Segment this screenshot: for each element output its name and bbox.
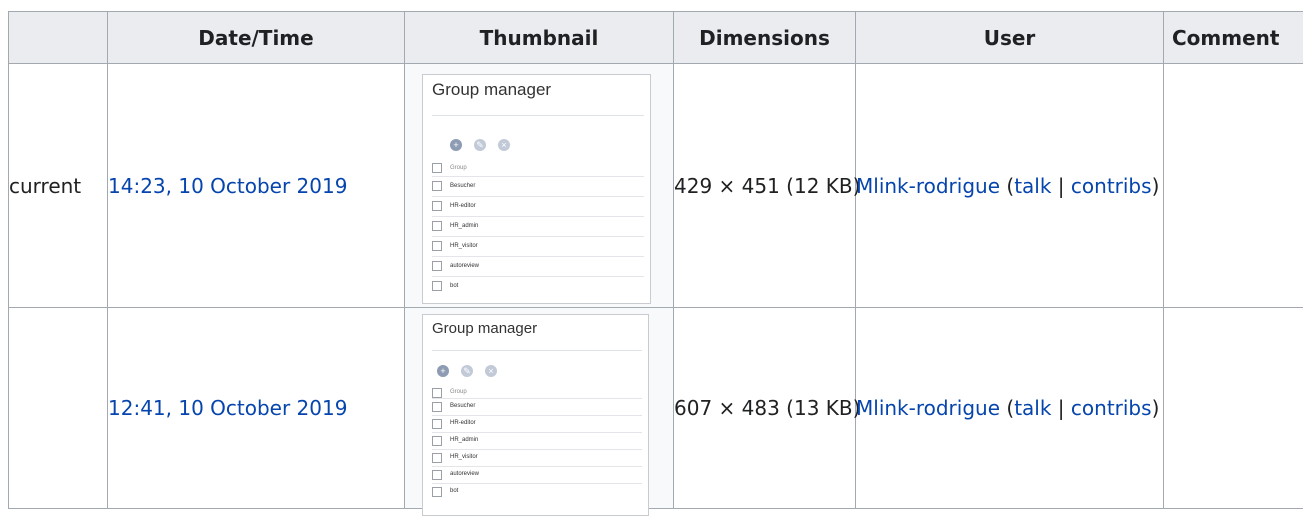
- checkbox-icon: [432, 487, 442, 497]
- table-row: current 14:23, 10 October 2019 Group man…: [9, 64, 1303, 308]
- table-row: 12:41, 10 October 2019 Group manager + ✎…: [9, 308, 1303, 509]
- thumbnail-title: Group manager: [432, 80, 551, 100]
- checkbox-icon: [432, 201, 442, 211]
- status-cell: [9, 308, 108, 509]
- add-icon: +: [437, 365, 449, 377]
- column-header-user: User: [856, 12, 1164, 64]
- thumbnail-row: bot: [432, 483, 642, 500]
- checkbox-icon: [432, 181, 442, 191]
- thumbnail-divider: [432, 115, 644, 116]
- column-header-status: [9, 12, 108, 64]
- column-header-comment: Comment: [1164, 12, 1303, 64]
- checkbox-icon: [432, 419, 442, 429]
- checkbox-icon: [432, 241, 442, 251]
- user-paren-close: ): [1152, 396, 1160, 420]
- user-talk-link[interactable]: talk: [1014, 174, 1051, 198]
- thumbnail-row: HR_admin: [432, 432, 642, 450]
- thumbnail-cell: Group manager + ✎ × Group Besucher HR-ed…: [405, 308, 674, 509]
- thumbnail-row: bot: [432, 276, 644, 296]
- thumbnail-row: HR-editor: [432, 415, 642, 433]
- thumbnail-row: Besucher: [432, 176, 644, 197]
- user-link[interactable]: Mlink-rodrigue: [856, 174, 1000, 198]
- thumbnail-row: autoreview: [432, 466, 642, 484]
- status-cell: current: [9, 64, 108, 308]
- user-link-separator: |: [1058, 174, 1065, 198]
- column-header-datetime: Date/Time: [108, 12, 405, 64]
- thumbnail-row: autoreview: [432, 256, 644, 277]
- column-header-dimensions: Dimensions: [674, 12, 856, 64]
- checkbox-icon: [432, 221, 442, 231]
- thumbnail-row: HR_visitor: [432, 236, 644, 257]
- user-paren-close: ): [1152, 174, 1160, 198]
- thumbnail-row: HR-editor: [432, 196, 644, 217]
- datetime-link[interactable]: 14:23, 10 October 2019: [108, 174, 347, 198]
- checkbox-icon: [432, 281, 442, 291]
- delete-icon: ×: [485, 365, 497, 377]
- thumbnail-row: HR_visitor: [432, 449, 642, 467]
- checkbox-icon: [432, 388, 442, 398]
- thumbnail-cell: Group manager + ✎ × Group Besucher HR-ed…: [405, 64, 674, 308]
- table-header-row: Date/Time Thumbnail Dimensions User Comm…: [9, 12, 1303, 64]
- user-cell: Mlink-rodrigue (talk | contribs): [856, 64, 1164, 308]
- checkbox-icon: [432, 163, 442, 173]
- user-contribs-link[interactable]: contribs: [1071, 396, 1152, 420]
- thumbnail-row: Besucher: [432, 398, 642, 416]
- thumbnail-title: Group manager: [432, 320, 537, 337]
- checkbox-icon: [432, 402, 442, 412]
- dimensions-cell: 429 × 451 (12 KB): [674, 64, 856, 308]
- user-cell: Mlink-rodrigue (talk | contribs): [856, 308, 1164, 509]
- checkbox-icon: [432, 453, 442, 463]
- add-icon: +: [450, 139, 462, 151]
- thumbnail-image[interactable]: Group manager + ✎ × Group Besucher HR-ed…: [422, 314, 649, 516]
- dimensions-cell: 607 × 483 (13 KB): [674, 308, 856, 509]
- thumbnail-image[interactable]: Group manager + ✎ × Group Besucher HR-ed…: [422, 74, 651, 304]
- edit-icon: ✎: [461, 365, 473, 377]
- user-talk-link[interactable]: talk: [1014, 396, 1051, 420]
- column-header-thumbnail: Thumbnail: [405, 12, 674, 64]
- delete-icon: ×: [498, 139, 510, 151]
- datetime-cell: 12:41, 10 October 2019: [108, 308, 405, 509]
- user-link-separator: |: [1058, 396, 1065, 420]
- file-history-table: Date/Time Thumbnail Dimensions User Comm…: [8, 11, 1303, 509]
- thumbnail-row: HR_admin: [432, 216, 644, 237]
- comment-cell: [1164, 308, 1303, 509]
- thumbnail-row: Group: [432, 162, 644, 177]
- checkbox-icon: [432, 436, 442, 446]
- checkbox-icon: [432, 470, 442, 480]
- checkbox-icon: [432, 261, 442, 271]
- thumbnail-divider: [432, 350, 642, 351]
- datetime-cell: 14:23, 10 October 2019: [108, 64, 405, 308]
- user-contribs-link[interactable]: contribs: [1071, 174, 1152, 198]
- edit-icon: ✎: [474, 139, 486, 151]
- comment-cell: [1164, 64, 1303, 308]
- datetime-link[interactable]: 12:41, 10 October 2019: [108, 396, 347, 420]
- user-link[interactable]: Mlink-rodrigue: [856, 396, 1000, 420]
